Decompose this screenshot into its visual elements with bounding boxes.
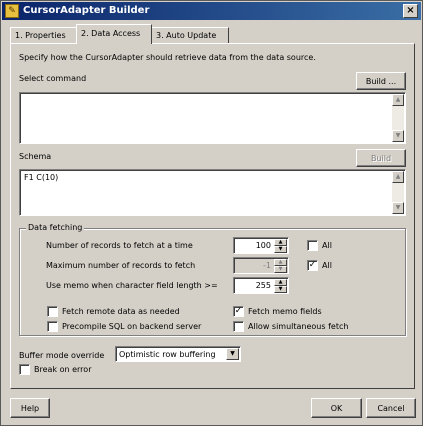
scroll-up-icon[interactable]: ▲ xyxy=(392,171,404,183)
buffer-mode-label: Buffer mode override xyxy=(19,351,105,360)
tab-properties-label: 1. Properties xyxy=(15,31,66,40)
scroll-down-icon[interactable]: ▼ xyxy=(392,202,404,214)
records-fetch-label: Number of records to fetch at a time xyxy=(46,241,193,250)
memo-length-spinner[interactable]: 255 ▲ ▼ xyxy=(233,277,289,294)
max-records-value: -1 xyxy=(263,261,271,270)
chevron-down-icon[interactable]: ▼ xyxy=(226,348,239,360)
cancel-label: Cancel xyxy=(377,404,405,413)
spin-down-icon[interactable]: ▼ xyxy=(274,246,287,253)
spin-down-icon[interactable]: ▼ xyxy=(274,266,287,273)
break-on-error-label: Break on error xyxy=(34,365,92,374)
fetch-remote-checkbox[interactable] xyxy=(47,306,58,317)
memo-length-label: Use memo when character field length >= xyxy=(46,281,218,290)
cursoradapter-builder-window: ✎ CursorAdapter Builder × 1. Properties … xyxy=(0,0,423,426)
precompile-checkbox[interactable] xyxy=(47,321,58,332)
select-command-input[interactable]: ▲ ▼ xyxy=(19,92,406,144)
records-fetch-all-label: All xyxy=(322,241,332,250)
tab-auto-update[interactable]: 3. Auto Update xyxy=(151,27,229,44)
app-icon: ✎ xyxy=(5,4,19,18)
spin-down-icon[interactable]: ▼ xyxy=(274,286,287,293)
tab-properties[interactable]: 1. Properties xyxy=(10,27,77,44)
window-title: CursorAdapter Builder xyxy=(23,5,150,16)
allow-simultaneous-label: Allow simultaneous fetch xyxy=(248,322,349,331)
fetch-remote-label: Fetch remote data as needed xyxy=(62,307,180,316)
buffer-mode-select[interactable]: Optimistic row buffering ▼ xyxy=(115,346,241,362)
precompile-label: Precompile SQL on backend server xyxy=(62,322,202,331)
schema-build-button[interactable]: Build xyxy=(356,149,406,167)
check-icon: ✓ xyxy=(234,306,243,316)
spin-up-icon[interactable]: ▲ xyxy=(274,239,287,246)
fetch-memo-checkbox[interactable]: ✓ xyxy=(233,306,244,317)
data-access-panel: Specify how the CursorAdapter should ret… xyxy=(10,43,415,389)
select-command-label: Select command xyxy=(19,74,87,83)
max-records-all-checkbox[interactable]: ✓ xyxy=(307,260,318,271)
tab-data-access-label: 2. Data Access xyxy=(81,29,141,38)
max-records-label: Maximum number of records to fetch xyxy=(46,261,196,270)
schema-text: F1 C(10) xyxy=(24,173,59,182)
data-fetching-group: Data fetching Number of records to fetch… xyxy=(19,223,406,336)
records-fetch-spinner[interactable]: 100 ▲ ▼ xyxy=(233,237,289,254)
break-on-error-checkbox[interactable] xyxy=(19,364,30,375)
title-bar[interactable]: ✎ CursorAdapter Builder × xyxy=(2,2,421,20)
memo-length-value: 255 xyxy=(255,281,271,290)
cancel-button[interactable]: Cancel xyxy=(366,398,416,418)
check-icon: ✓ xyxy=(308,260,317,270)
close-button[interactable]: × xyxy=(403,4,418,18)
intro-text: Specify how the CursorAdapter should ret… xyxy=(19,53,316,62)
records-fetch-arrows: ▲ ▼ xyxy=(274,239,287,253)
select-command-build-label: Build ... xyxy=(365,77,397,86)
select-command-scrollbar[interactable]: ▲ ▼ xyxy=(392,94,404,142)
schema-input[interactable]: F1 C(10) ▲ ▼ xyxy=(19,169,406,216)
tab-data-access[interactable]: 2. Data Access xyxy=(76,24,152,44)
scroll-up-icon[interactable]: ▲ xyxy=(392,94,404,106)
spin-up-icon[interactable]: ▲ xyxy=(274,259,287,266)
help-button[interactable]: Help xyxy=(10,398,50,418)
data-fetching-legend: Data fetching xyxy=(26,223,85,232)
ok-button[interactable]: OK xyxy=(311,398,362,418)
select-command-build-button[interactable]: Build ... xyxy=(356,72,406,90)
max-records-all-label: All xyxy=(322,261,332,270)
help-label: Help xyxy=(20,404,40,413)
records-fetch-value: 100 xyxy=(255,241,271,250)
tab-auto-update-label: 3. Auto Update xyxy=(156,31,217,40)
max-records-spinner[interactable]: -1 ▲ ▼ xyxy=(233,257,289,274)
allow-simultaneous-checkbox[interactable] xyxy=(233,321,244,332)
ok-label: OK xyxy=(330,404,343,413)
buffer-mode-value: Optimistic row buffering xyxy=(119,350,216,359)
schema-label: Schema xyxy=(19,152,52,161)
schema-scrollbar[interactable]: ▲ ▼ xyxy=(392,171,404,214)
spin-up-icon[interactable]: ▲ xyxy=(274,279,287,286)
scroll-down-icon[interactable]: ▼ xyxy=(392,130,404,142)
max-records-arrows: ▲ ▼ xyxy=(274,259,287,273)
records-fetch-all-checkbox[interactable] xyxy=(307,240,318,251)
schema-build-label: Build xyxy=(370,154,392,163)
memo-length-arrows: ▲ ▼ xyxy=(274,279,287,293)
fetch-memo-label: Fetch memo fields xyxy=(248,307,322,316)
